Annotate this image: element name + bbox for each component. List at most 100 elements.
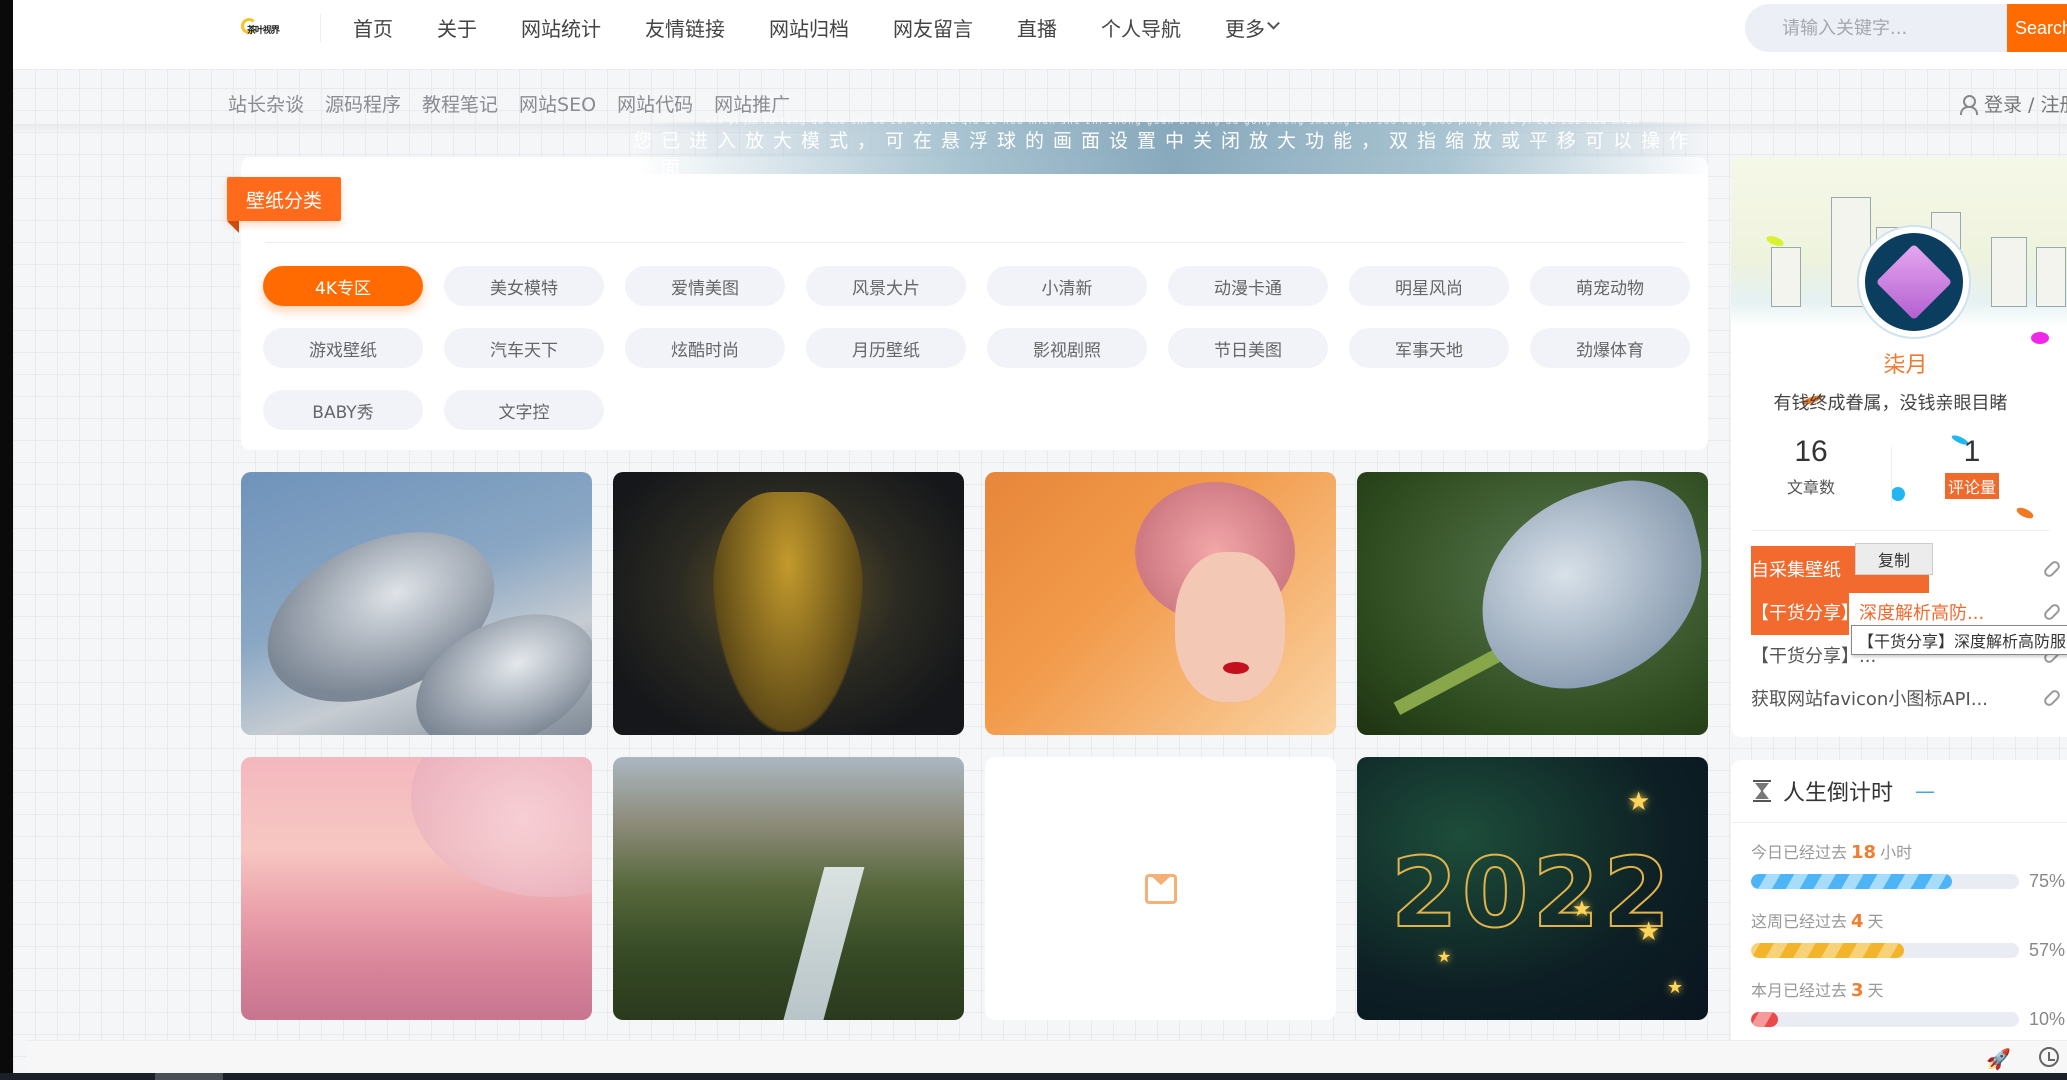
wallpaper-grid: 2022 ★ ★ ★ ★ ★ bbox=[241, 472, 1708, 1020]
star-icon: ★ bbox=[1627, 787, 1651, 817]
category-pill[interactable]: 劲爆体育 bbox=[1530, 328, 1690, 368]
category-pill[interactable]: 游戏壁纸 bbox=[263, 328, 423, 368]
wallpaper-tile[interactable] bbox=[613, 472, 964, 735]
subnav-item[interactable]: 网站代码 bbox=[617, 90, 693, 117]
nav-item-personal-nav[interactable]: 个人导航 bbox=[1101, 13, 1181, 42]
countdown-title: 人生倒计时 bbox=[1783, 781, 1894, 806]
wallpaper-tile[interactable] bbox=[1357, 472, 1708, 735]
wallpaper-tile[interactable] bbox=[613, 757, 964, 1020]
rocket-icon[interactable]: 🚀 bbox=[1986, 1047, 2011, 1071]
horizontal-scrollbar[interactable] bbox=[0, 1073, 2067, 1080]
search-form: Search bbox=[1745, 4, 2067, 52]
lip-shape bbox=[1223, 662, 1249, 674]
nav-item-guestbook[interactable]: 网友留言 bbox=[893, 13, 973, 42]
profile-motto: 有钱终成眷属，没钱亲眼目睹 bbox=[1773, 393, 2008, 414]
stat-value: 16 bbox=[1794, 435, 1828, 468]
collapse-icon[interactable]: — bbox=[1915, 779, 1935, 803]
link-icon bbox=[2042, 558, 2062, 579]
category-pill[interactable]: 汽车天下 bbox=[444, 328, 604, 368]
history-icon[interactable] bbox=[2039, 1047, 2059, 1067]
building-shape bbox=[1991, 237, 2027, 307]
building-shape bbox=[2036, 247, 2066, 307]
wallpaper-tile[interactable]: 2022 ★ ★ ★ ★ ★ bbox=[1357, 757, 1708, 1020]
top-navbar: 茶叶视界 首页 关于 网站统计 友情链接 网站归档 网友留言 直播 个人导航 更… bbox=[13, 0, 2067, 70]
category-pill[interactable]: 月历壁纸 bbox=[806, 328, 966, 368]
countdown-list: 今日已经过去 18 小时 75% 这周已经过去 4 天 57% 本月已经过去 3 天 10% bbox=[1731, 839, 2067, 1030]
stat-value: 1 bbox=[1963, 435, 1981, 468]
footer-bar bbox=[26, 1040, 2067, 1073]
progress-fill bbox=[1751, 943, 1904, 958]
nav-item-live[interactable]: 直播 bbox=[1017, 13, 1057, 42]
sub-nav: 站长杂谈 源码程序 教程笔记 网站SEO 网站代码 网站推广 bbox=[228, 90, 811, 117]
wallpaper-tile[interactable] bbox=[241, 757, 592, 1020]
link-icon bbox=[2042, 601, 2062, 622]
login-link[interactable]: 登录 / 注册 bbox=[1960, 90, 2067, 117]
category-pill[interactable]: 萌宠动物 bbox=[1530, 266, 1690, 306]
scrollbar-thumb[interactable] bbox=[155, 1073, 223, 1080]
profile-link-item[interactable]: 获取网站favicon小图标API... bbox=[1751, 676, 2067, 719]
stat-comments: 1 评论量 bbox=[1892, 435, 2052, 507]
category-pill[interactable]: 明星风尚 bbox=[1349, 266, 1509, 306]
category-pill[interactable]: 风景大片 bbox=[806, 266, 966, 306]
subnav-item[interactable]: 教程笔记 bbox=[422, 90, 498, 117]
category-pill[interactable]: 小清新 bbox=[987, 266, 1147, 306]
category-pills: 4K专区 美女模特 爱情美图 风景大片 小清新 动漫卡通 明星风尚 萌宠动物游戏壁纸 汽车天下炫… bbox=[263, 266, 1693, 430]
banner-text: 您已进入放大模式，可在悬浮球的画面设置中关闭放大功能，双指缩放或平移可以操作画面 bbox=[633, 129, 1698, 179]
avatar[interactable] bbox=[1859, 227, 1969, 337]
star-icon: ★ bbox=[1637, 917, 1661, 947]
profile-card: 柒月 有钱终成眷属，没钱亲眼目睹 16 文章数 1 评论量 自采集壁纸 【干货分… bbox=[1731, 157, 2067, 737]
link-tooltip: 【干货分享】深度解析高防服务器 bbox=[1851, 625, 2067, 655]
sidebar: 柒月 有钱终成眷属，没钱亲眼目睹 16 文章数 1 评论量 自采集壁纸 【干货分… bbox=[1731, 157, 2067, 737]
confetti bbox=[2015, 505, 2035, 521]
category-pill[interactable]: 军事天地 bbox=[1349, 328, 1509, 368]
nav-item-about[interactable]: 关于 bbox=[437, 13, 477, 42]
star-icon: ★ bbox=[1667, 977, 1684, 998]
search-input[interactable] bbox=[1745, 4, 2007, 52]
countdown-value: 18 bbox=[1851, 842, 1877, 863]
subnav-item[interactable]: 站长杂谈 bbox=[228, 90, 304, 117]
login-label: 登录 / 注册 bbox=[1984, 94, 2067, 116]
nav-item-home[interactable]: 首页 bbox=[353, 13, 393, 42]
category-pill[interactable]: 炫酷时尚 bbox=[625, 328, 785, 368]
nav-item-links[interactable]: 友情链接 bbox=[645, 13, 725, 42]
main-nav: 首页 关于 网站统计 友情链接 网站归档 网友留言 直播 个人导航 更多 bbox=[353, 0, 1322, 54]
more-label: 更多 bbox=[1225, 16, 1265, 41]
subnav-item[interactable]: 网站SEO bbox=[519, 90, 596, 117]
category-pill[interactable]: 节日美图 bbox=[1168, 328, 1328, 368]
countdown-card: 人生倒计时 — 今日已经过去 18 小时 75% 这周已经过去 4 天 57% 本月已经过去 3 天… bbox=[1731, 760, 2067, 1040]
progress-percent: 57% bbox=[2029, 940, 2066, 960]
copy-button[interactable]: 复制 bbox=[1855, 543, 1933, 575]
nav-item-more[interactable]: 更多 bbox=[1225, 13, 1280, 42]
countdown-value: 4 bbox=[1851, 911, 1864, 932]
category-pill[interactable]: 爱情美图 bbox=[625, 266, 785, 306]
countdown-label: 本月已经过去 3 天 bbox=[1751, 980, 1884, 1001]
star-icon: ★ bbox=[1572, 897, 1592, 922]
wallpaper-tile[interactable] bbox=[241, 472, 592, 735]
waterfall-shape bbox=[781, 867, 865, 1020]
category-pill[interactable]: 美女模特 bbox=[444, 266, 604, 306]
subnav-item[interactable]: 网站推广 bbox=[714, 90, 790, 117]
zoom-mode-banner: nín yǐ jìn rù fàng dà mó shì kě zài xuán… bbox=[633, 117, 1713, 179]
face-shape bbox=[1175, 552, 1285, 702]
wallpaper-tile-loading[interactable] bbox=[985, 757, 1336, 1020]
category-pill[interactable]: 动漫卡通 bbox=[1168, 266, 1328, 306]
nav-item-archive[interactable]: 网站归档 bbox=[769, 13, 849, 42]
category-pill[interactable]: 文字控 bbox=[444, 390, 604, 430]
wallpaper-tile[interactable] bbox=[985, 472, 1336, 735]
category-pill[interactable]: BABY秀 bbox=[263, 390, 423, 430]
site-logo[interactable]: 茶叶视界 bbox=[241, 14, 291, 40]
countdown-progress-row: 75% bbox=[1751, 871, 2067, 892]
progress-bar bbox=[1751, 943, 2019, 958]
subnav-item[interactable]: 源码程序 bbox=[325, 90, 401, 117]
stat-label: 文章数 bbox=[1786, 478, 1835, 497]
confetti bbox=[2031, 332, 2049, 344]
wing-shape bbox=[1456, 472, 1708, 709]
planet-shape bbox=[411, 757, 592, 897]
category-pill[interactable]: 影视剧照 bbox=[987, 328, 1147, 368]
search-button[interactable]: Search bbox=[2007, 4, 2067, 52]
building-shape bbox=[1771, 247, 1801, 307]
chevron-down-icon bbox=[1267, 16, 1280, 30]
nav-item-stats[interactable]: 网站统计 bbox=[521, 13, 601, 42]
category-pill[interactable]: 4K专区 bbox=[263, 266, 423, 306]
countdown-progress-row: 10% bbox=[1751, 1009, 2067, 1030]
